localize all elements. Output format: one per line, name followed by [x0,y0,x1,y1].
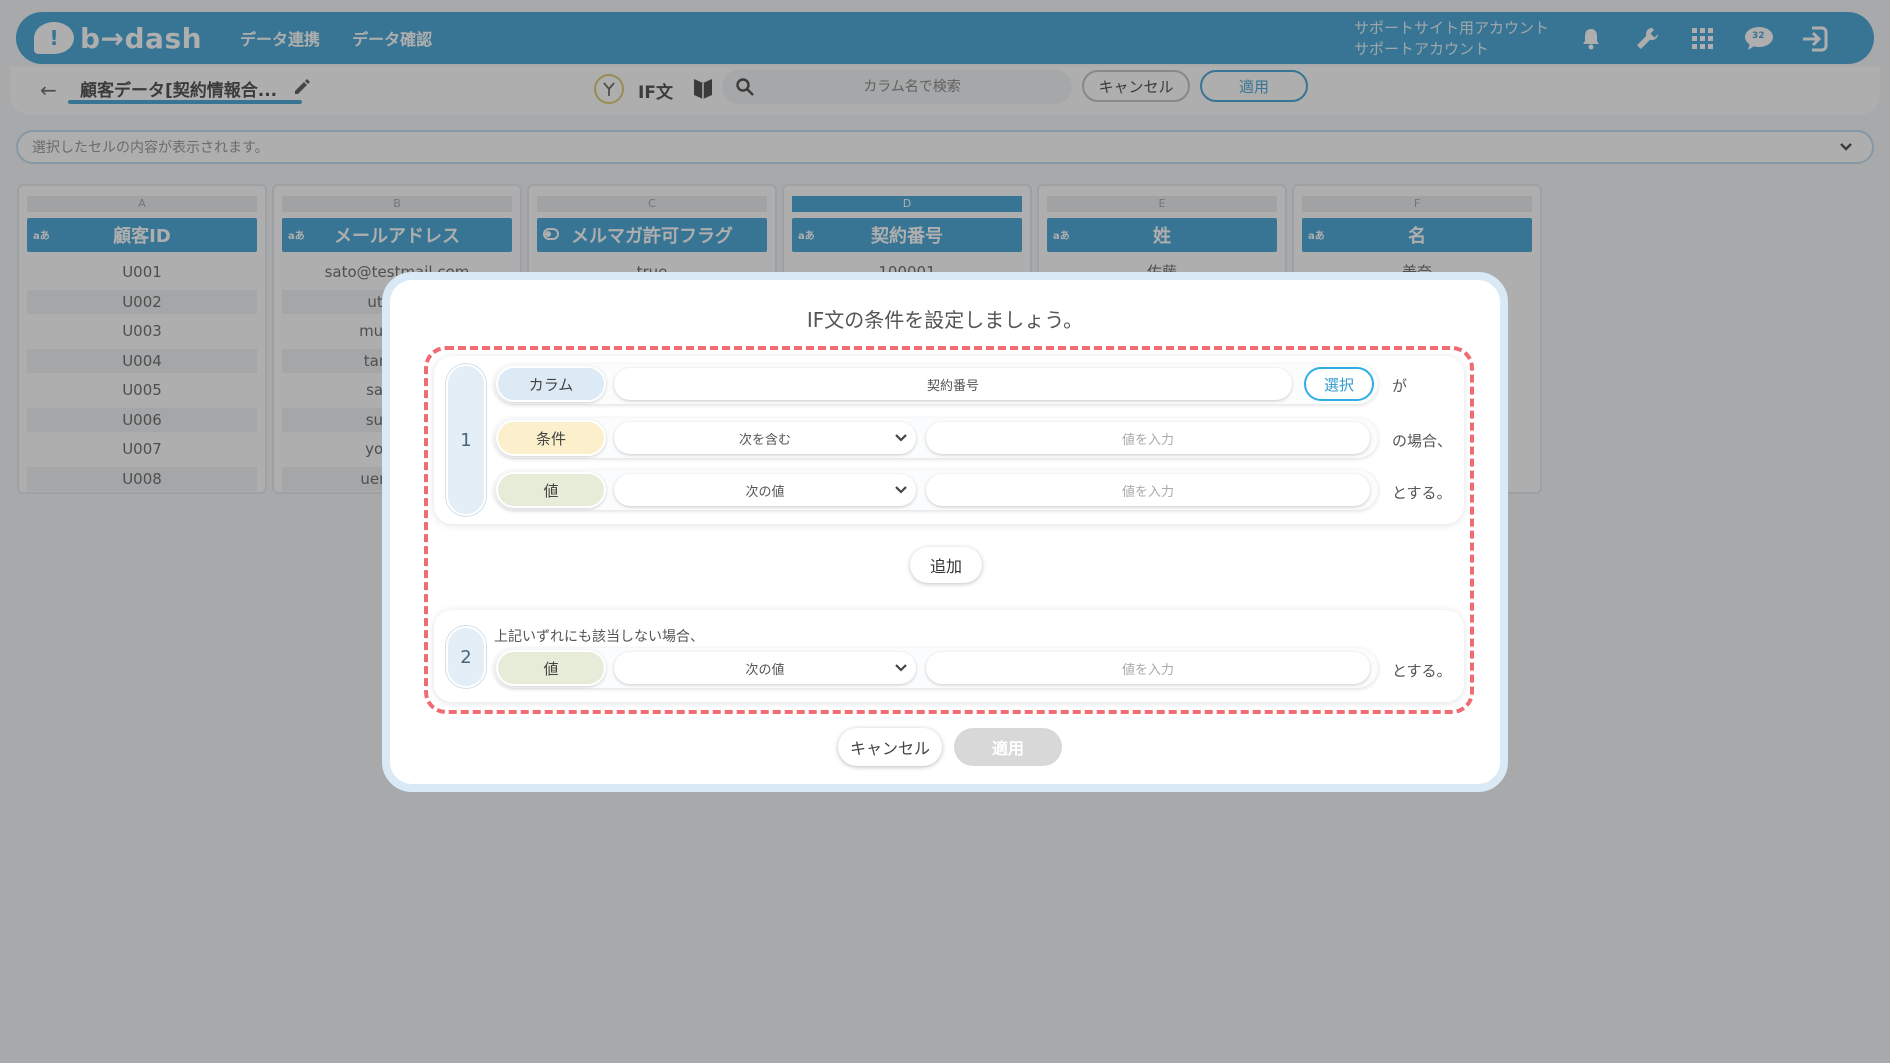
else-value-row: 値 次の値 値を入力 [494,648,1378,688]
rule-number: 1 [446,364,486,516]
value-type-select[interactable]: 次の値 [614,474,916,506]
value-row: 値 次の値 値を入力 [494,470,1378,510]
condition-label: 条件 [496,420,606,456]
rule-card-else: 2 上記いずれにも該当しない場合、 値 次の値 値を入力 とする。 [434,610,1464,702]
value-label: 値 [496,472,606,508]
value-input[interactable]: 値を入力 [926,474,1370,506]
condition-row: 条件 次を含む 値を入力 [494,418,1378,458]
dialog-cancel-button[interactable]: キャンセル [838,728,942,766]
value-label: 値 [496,650,606,686]
add-condition-button[interactable]: 追加 [910,547,982,583]
else-value-input[interactable]: 値を入力 [926,652,1370,684]
else-value-type-value: 次の値 [745,662,785,678]
else-value-suffix: とする。 [1392,662,1452,680]
if-condition-dialog: IF文の条件を設定しましょう。 1 カラム 契約番号 選択 が 条件 次を含む … [382,272,1508,792]
column-suffix: が [1392,377,1408,395]
chevron-down-icon [894,483,908,501]
column-select-button[interactable]: 選択 [1304,367,1374,401]
chevron-down-icon [894,661,908,679]
value-type-value: 次の値 [745,484,785,500]
dialog-apply-button[interactable]: 適用 [954,728,1062,766]
column-row: カラム 契約番号 選択 [494,364,1378,404]
rule-card-1: 1 カラム 契約番号 選択 が 条件 次を含む 値を入力 の場合、 値 次の値 [434,356,1464,524]
condition-value-input[interactable]: 値を入力 [926,422,1370,454]
column-field[interactable]: 契約番号 [614,368,1292,400]
else-value-type-select[interactable]: 次の値 [614,652,916,684]
condition-suffix: の場合、 [1392,432,1453,450]
condition-select-value: 次を含む [738,432,791,448]
else-description: 上記いずれにも該当しない場合、 [494,629,704,645]
column-label: カラム [496,366,606,402]
chevron-down-icon [894,431,908,449]
condition-select[interactable]: 次を含む [614,422,916,454]
dialog-title: IF文の条件を設定しましょう。 [806,308,1084,332]
rule-number: 2 [446,626,486,688]
value-suffix: とする。 [1392,484,1452,502]
